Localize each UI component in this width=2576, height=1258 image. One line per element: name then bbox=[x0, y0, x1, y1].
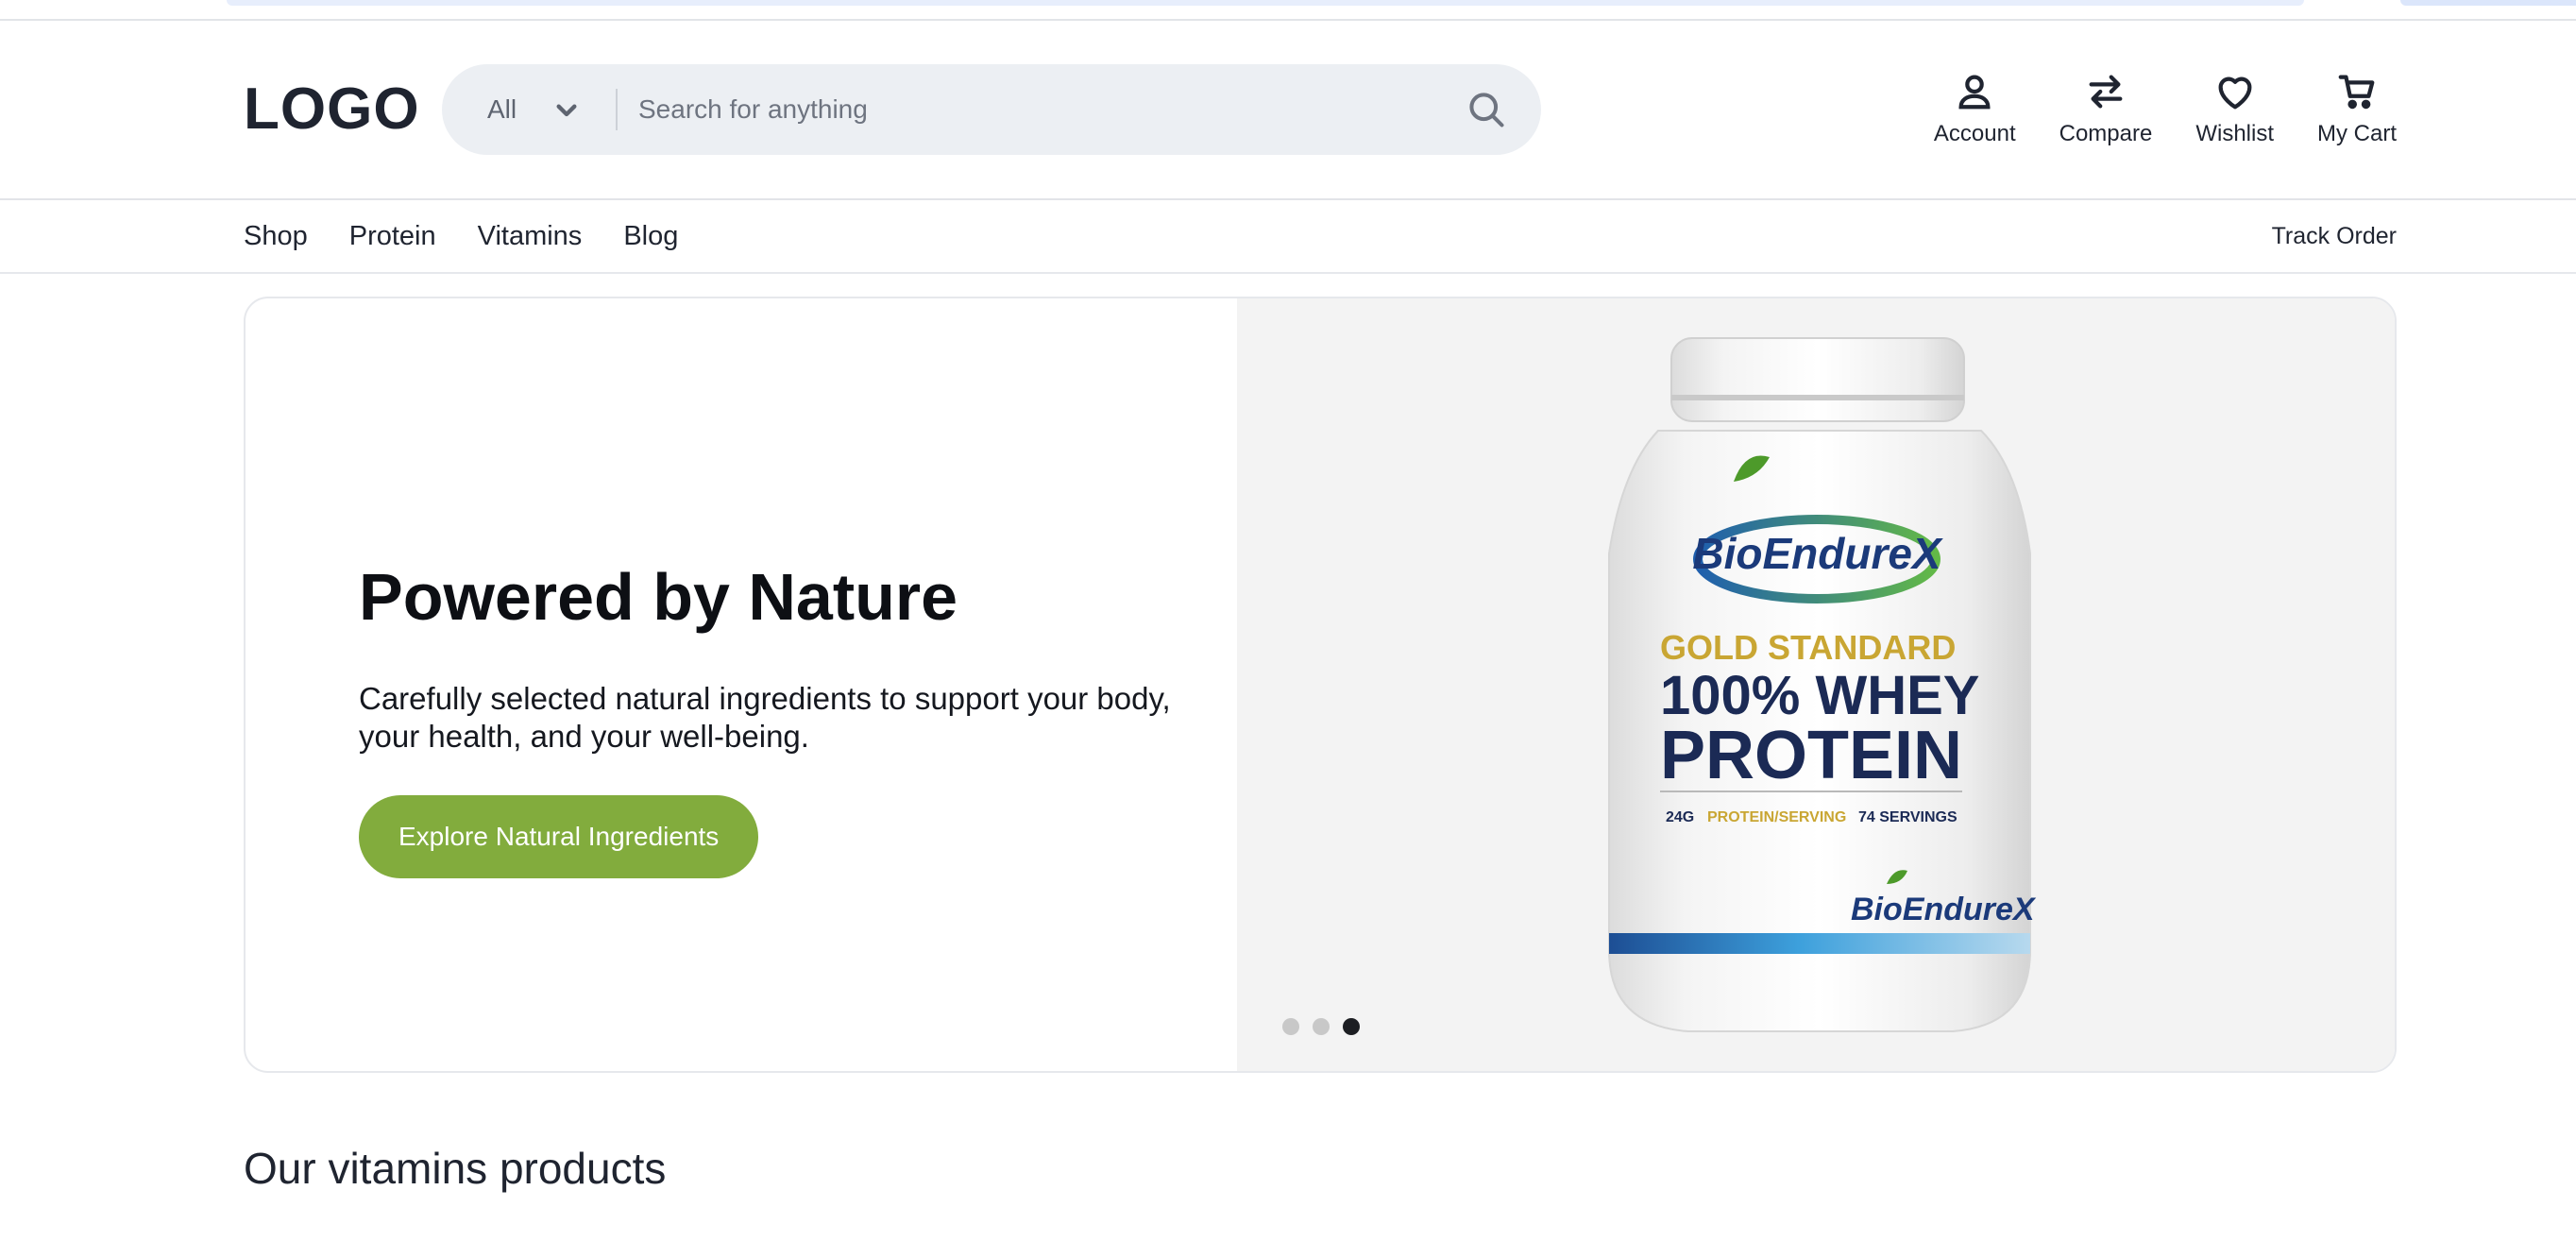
nav-link-protein[interactable]: Protein bbox=[349, 221, 436, 252]
jar-spec-servings: 74 SERVINGS bbox=[1858, 809, 1957, 825]
hero-image-panel: BioEndureX GOLD STANDARD 100% WHEY PROTE… bbox=[1237, 298, 2395, 1071]
chevron-down-icon[interactable] bbox=[548, 91, 585, 128]
compare-button[interactable]: Compare bbox=[2059, 70, 2153, 147]
site-logo[interactable]: LOGO bbox=[244, 76, 420, 143]
nav-link-blog[interactable]: Blog bbox=[623, 221, 678, 252]
cart-label: My Cart bbox=[2317, 121, 2397, 146]
search-input[interactable] bbox=[638, 64, 1432, 155]
vitamins-section-title: Our vitamins products bbox=[244, 1144, 667, 1193]
header-actions: Account Compare Wishlist My Cart bbox=[1934, 70, 2397, 147]
cart-icon bbox=[2338, 75, 2375, 110]
user-icon bbox=[1958, 75, 1991, 110]
jar-line-protein: PROTEIN bbox=[1660, 718, 1962, 793]
wishlist-button[interactable]: Wishlist bbox=[2195, 70, 2274, 147]
main-nav: Shop Protein Vitamins Blog Track Order bbox=[0, 200, 2576, 274]
compare-label: Compare bbox=[2059, 121, 2153, 146]
search-divider bbox=[616, 89, 618, 130]
search-bar: All bbox=[442, 64, 1541, 155]
nav-link-shop[interactable]: Shop bbox=[244, 221, 308, 252]
nav-links: Shop Protein Vitamins Blog bbox=[244, 200, 678, 272]
cart-button[interactable]: My Cart bbox=[2317, 70, 2397, 147]
browser-top-strip bbox=[0, 0, 2576, 21]
search-icon[interactable] bbox=[1466, 89, 1507, 130]
site-header: LOGO All Account Compare Wishlist My Car… bbox=[0, 21, 2576, 200]
jar-spec-per-serving: PROTEIN/SERVING bbox=[1707, 809, 1846, 825]
top-bar-fragment bbox=[227, 0, 2304, 6]
top-bar-fragment-right bbox=[2400, 0, 2576, 6]
heart-icon bbox=[2218, 76, 2252, 110]
protein-jar-image: BioEndureX GOLD STANDARD 100% WHEY PROTE… bbox=[1608, 337, 2037, 1032]
hero-text: Powered by Nature Carefully selected nat… bbox=[359, 559, 1228, 878]
wishlist-label: Wishlist bbox=[2195, 121, 2274, 146]
jar-spec-grams: 24G bbox=[1666, 809, 1694, 825]
jar-brand-small: BioEndureX bbox=[1851, 892, 2037, 927]
carousel-dots bbox=[1282, 1018, 1360, 1035]
hero-banner: Powered by Nature Carefully selected nat… bbox=[244, 297, 2397, 1073]
hero-subtitle: Carefully selected natural ingredients t… bbox=[359, 681, 1171, 754]
explore-ingredients-button[interactable]: Explore Natural Ingredients bbox=[359, 795, 759, 878]
nav-link-vitamins[interactable]: Vitamins bbox=[478, 221, 583, 252]
search-category-select[interactable]: All bbox=[487, 64, 517, 155]
hero-title: Powered by Nature bbox=[359, 560, 958, 634]
jar-brand-text: BioEndureX bbox=[1692, 529, 1943, 578]
carousel-dot-3-active[interactable] bbox=[1343, 1018, 1360, 1035]
account-button[interactable]: Account bbox=[1934, 70, 2016, 147]
carousel-dot-1[interactable] bbox=[1282, 1018, 1299, 1035]
track-order-link[interactable]: Track Order bbox=[2272, 200, 2397, 272]
account-label: Account bbox=[1933, 121, 2016, 146]
compare-arrows-icon bbox=[2089, 75, 2123, 109]
jar-line-gold: GOLD STANDARD bbox=[1660, 628, 1956, 667]
carousel-dot-2[interactable] bbox=[1313, 1018, 1330, 1035]
